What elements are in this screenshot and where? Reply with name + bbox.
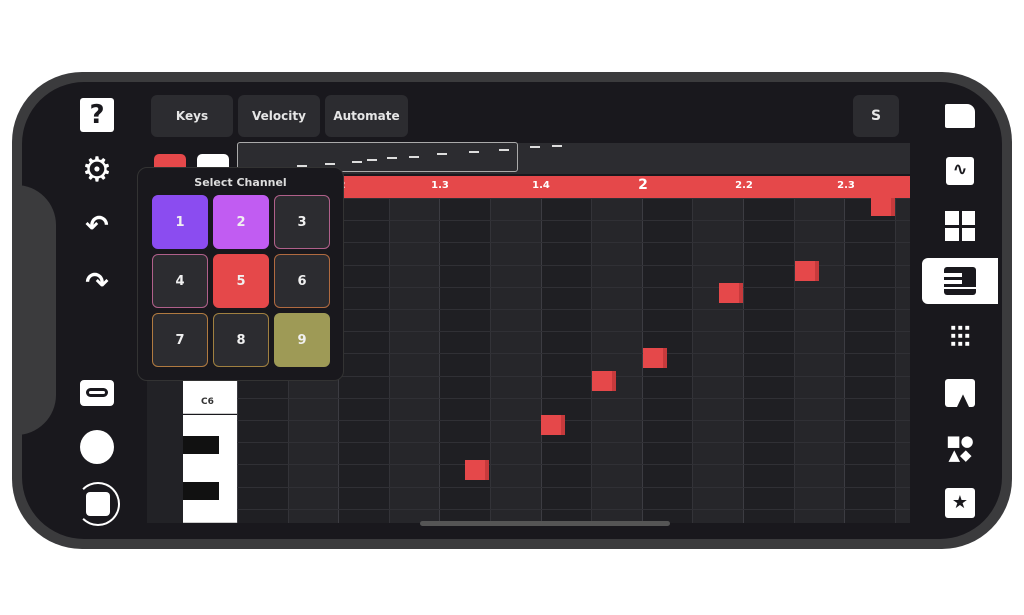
favorites-tab[interactable]: ★ bbox=[922, 480, 998, 526]
grid-column bbox=[490, 198, 491, 523]
waveform-tab[interactable]: ∿ bbox=[922, 148, 998, 194]
grid-column bbox=[894, 198, 896, 523]
grid-column bbox=[743, 198, 744, 523]
tape-button[interactable] bbox=[80, 376, 114, 410]
channel-button-7[interactable]: 7 bbox=[152, 313, 208, 367]
redo-button[interactable]: ↷ bbox=[80, 265, 114, 299]
channel-button-1[interactable]: 1 bbox=[152, 195, 208, 249]
ruler-label: 2 bbox=[638, 177, 648, 193]
ruler-label: 1.4 bbox=[532, 180, 550, 191]
grid-column bbox=[388, 198, 390, 523]
piano-roll-tab[interactable] bbox=[922, 258, 998, 304]
s-button[interactable]: S bbox=[853, 95, 899, 137]
overview-note bbox=[552, 145, 562, 147]
home-indicator[interactable] bbox=[420, 521, 670, 526]
midi-note[interactable] bbox=[719, 283, 743, 303]
midi-note[interactable] bbox=[795, 261, 819, 281]
shapes-icon: ■● ▲◆ bbox=[946, 432, 974, 464]
record-button[interactable] bbox=[80, 430, 114, 464]
piano-roll-icon bbox=[944, 267, 976, 295]
shapes-tab[interactable]: ■● ▲◆ bbox=[922, 425, 998, 471]
channel-button-3[interactable]: 3 bbox=[274, 195, 330, 249]
midi-note[interactable] bbox=[541, 415, 565, 435]
tape-icon bbox=[80, 380, 114, 406]
grid-row-line bbox=[237, 486, 910, 488]
black-key[interactable] bbox=[183, 482, 219, 500]
midi-note[interactable] bbox=[643, 348, 667, 368]
ruler-label: 1.3 bbox=[431, 180, 449, 191]
grid-column bbox=[439, 198, 441, 523]
channel-button-6[interactable]: 6 bbox=[274, 254, 330, 308]
ruler-label: 2.2 bbox=[735, 180, 753, 191]
grid-row-line bbox=[237, 442, 910, 444]
channel-button-9[interactable]: 9 bbox=[274, 313, 330, 367]
files-tab[interactable] bbox=[922, 93, 998, 139]
ruler-label: 2.3 bbox=[837, 180, 855, 191]
grid-row-line bbox=[237, 464, 910, 466]
channel-button-4[interactable]: 4 bbox=[152, 254, 208, 308]
settings-button[interactable]: ⚙ bbox=[80, 150, 114, 190]
grid-column bbox=[793, 198, 795, 523]
grid-row-line bbox=[237, 420, 910, 421]
midi-note[interactable] bbox=[465, 460, 489, 480]
select-channel-popup: Select Channel 123 456 789 bbox=[137, 167, 344, 381]
piano-keys[interactable] bbox=[183, 415, 237, 523]
channel-button-8[interactable]: 8 bbox=[213, 313, 269, 367]
piano-key-c6[interactable]: C6 bbox=[183, 380, 237, 414]
grid-column bbox=[540, 198, 542, 523]
velocity-tab[interactable]: Velocity bbox=[238, 95, 320, 137]
channel-button-5[interactable]: 5 bbox=[213, 254, 269, 308]
automate-tab[interactable]: Automate bbox=[325, 95, 408, 137]
folder-icon bbox=[945, 104, 975, 128]
help-icon: ? bbox=[80, 98, 114, 132]
settings-icon: ⚙ bbox=[81, 150, 113, 190]
grid-icon bbox=[945, 211, 975, 241]
c6-label: C6 bbox=[201, 397, 214, 407]
star-icon: ★ bbox=[945, 488, 975, 518]
grid-column bbox=[591, 198, 593, 523]
black-key[interactable] bbox=[183, 436, 219, 454]
grid-column bbox=[692, 198, 694, 523]
help-button[interactable]: ? bbox=[80, 98, 114, 132]
popup-title: Select Channel bbox=[194, 176, 287, 189]
device-notch bbox=[12, 185, 56, 435]
mixer-icon: ⫶⫶⫶ bbox=[949, 321, 971, 354]
grid-column bbox=[844, 198, 846, 523]
channel-button-2[interactable]: 2 bbox=[213, 195, 269, 249]
overview-note bbox=[530, 146, 540, 148]
undo-icon: ↶ bbox=[85, 208, 109, 242]
grid-row-line bbox=[237, 508, 910, 510]
midi-note[interactable] bbox=[871, 198, 895, 216]
grid-row-line bbox=[237, 397, 910, 399]
grid-tab[interactable] bbox=[922, 203, 998, 249]
stop-button[interactable] bbox=[76, 482, 120, 526]
undo-button[interactable]: ↶ bbox=[80, 208, 114, 242]
stop-icon bbox=[86, 492, 110, 516]
mixer-tab[interactable]: ⫶⫶⫶ bbox=[922, 315, 998, 361]
keys-tab[interactable]: Keys bbox=[151, 95, 233, 137]
midi-note[interactable] bbox=[592, 371, 616, 391]
redo-icon: ↷ bbox=[85, 265, 109, 299]
meter-icon bbox=[945, 379, 975, 407]
meter-tab[interactable] bbox=[922, 370, 998, 416]
record-icon bbox=[80, 430, 114, 464]
waveform-icon: ∿ bbox=[946, 157, 974, 185]
